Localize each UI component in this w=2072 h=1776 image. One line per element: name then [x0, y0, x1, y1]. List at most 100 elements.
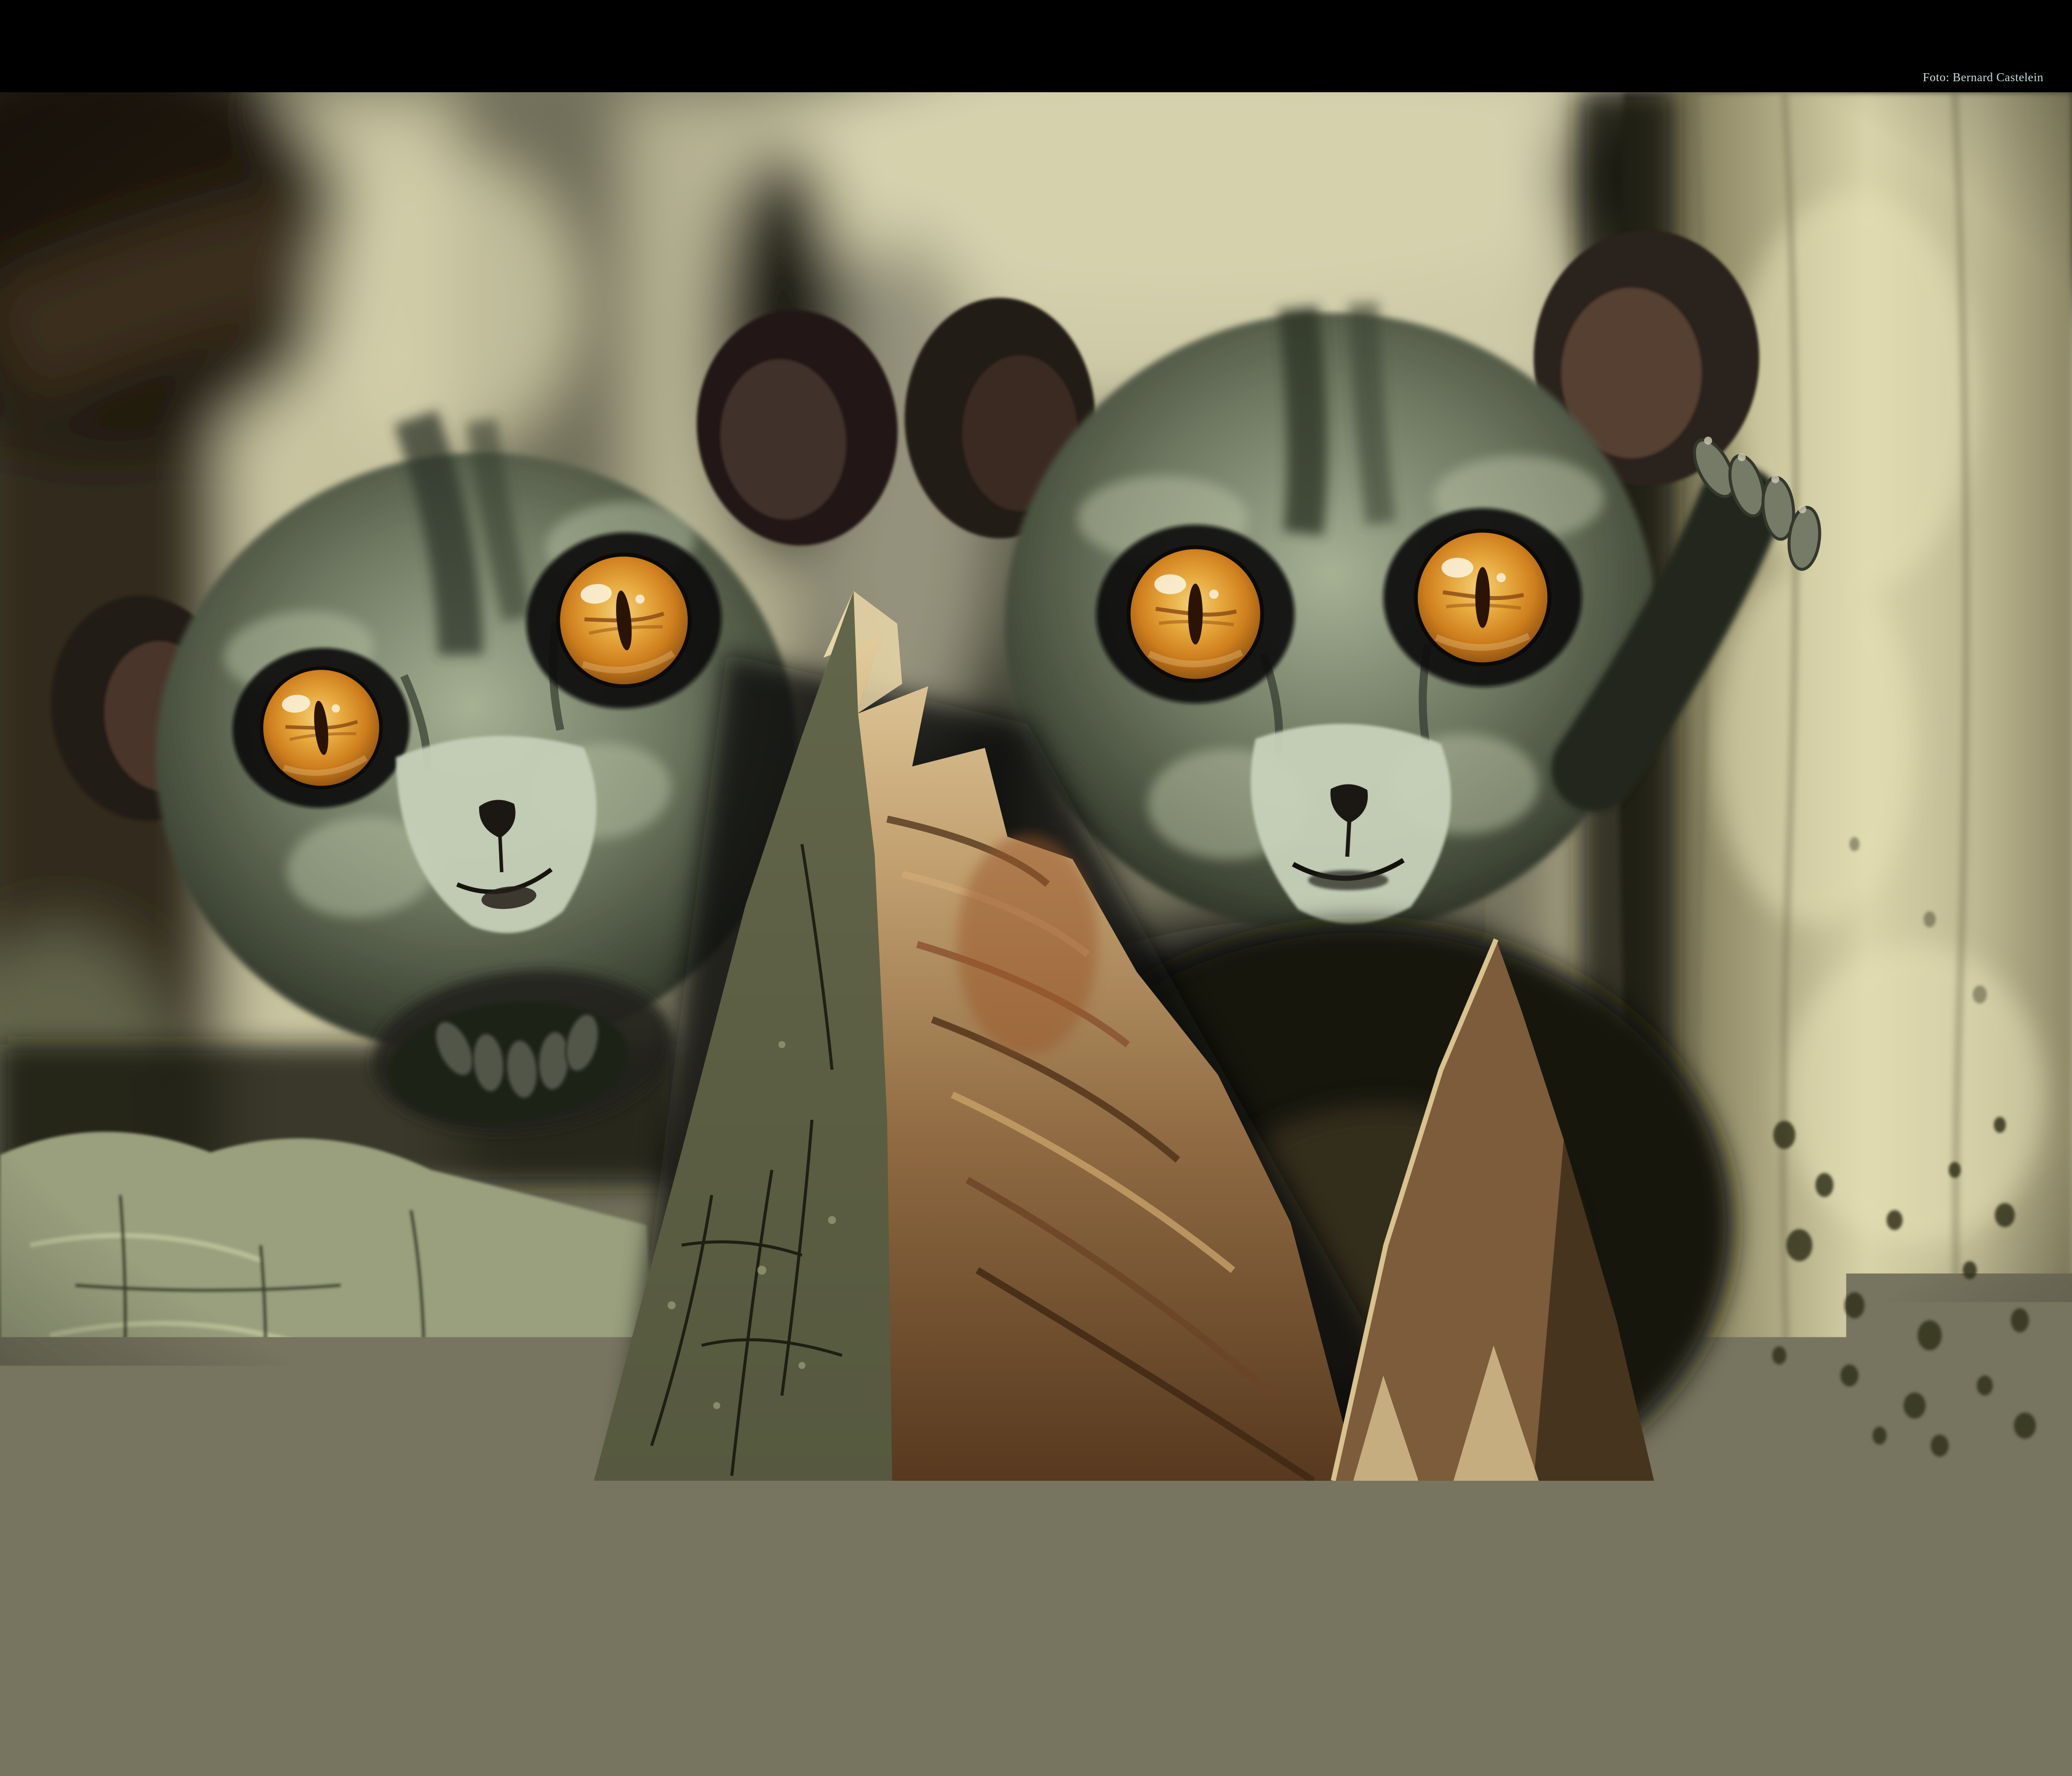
day-weekday: SO — [1187, 1607, 1248, 1620]
day-number: 31 — [1910, 1560, 1970, 1596]
day-weekday: MO — [1248, 1607, 1308, 1620]
day-weekday: SA — [284, 1607, 344, 1620]
day-number: 20 — [1248, 1560, 1308, 1596]
day-weekday: SO — [766, 1607, 826, 1620]
calendar-day: 20 MO — [1248, 1560, 1308, 1675]
calendar-day: 3 FR — [224, 1560, 284, 1675]
photo-credit: Foto: Bernard Castelein — [1923, 71, 2043, 85]
day-number: 8 — [525, 1560, 585, 1596]
caption-line: Gut so, denn auf Madagaskar lauern viele… — [1031, 1703, 1875, 1714]
calendar-day: 23 DO — [1428, 1560, 1488, 1675]
moon-phase-slot — [1187, 1641, 1248, 1658]
moon-phase-slot — [1669, 1641, 1729, 1658]
day-separator — [1247, 1570, 1248, 1597]
day-weekday: MI — [525, 1607, 585, 1620]
day-separator — [163, 1570, 165, 1597]
calendar-day: 4 SA — [284, 1560, 344, 1675]
day-separator — [765, 1570, 767, 1597]
day-separator — [1488, 1570, 1489, 1597]
calendar-day: 21 DI — [1308, 1560, 1368, 1675]
moon-phase-slot — [1849, 1641, 1910, 1658]
day-number: 18 — [1127, 1560, 1187, 1596]
moon-phase-slot — [1248, 1641, 1308, 1658]
lemur-photo — [0, 92, 2072, 1481]
day-number: 13 — [826, 1560, 886, 1596]
day-separator — [1788, 1570, 1790, 1597]
caption: Kleine Wesen, große Augen: Neugierig sch… — [1031, 1691, 1875, 1725]
day-number: 27 — [1669, 1560, 1729, 1596]
lemur-illustration — [0, 92, 2072, 1481]
day-weekday: SO — [344, 1607, 404, 1620]
calendar-day: 9 DO — [585, 1560, 646, 1675]
moon-phase-slot — [164, 1641, 224, 1658]
moon-phase-slot — [766, 1641, 826, 1658]
day-number: 29 — [1789, 1560, 1849, 1596]
calendar-day: 30 DO — [1849, 1560, 1910, 1675]
day-number: 7 — [465, 1560, 525, 1596]
calendar-day: 19 SO — [1187, 1560, 1248, 1675]
day-weekday: MI — [946, 1607, 1006, 1620]
day-number: 2 — [164, 1560, 224, 1596]
day-weekday: MI — [1368, 1607, 1428, 1620]
caption-line: Kleine Wesen, große Augen: Neugierig sch… — [1031, 1691, 1875, 1703]
calendar-day: 7 DI — [465, 1560, 525, 1675]
day-separator — [1186, 1570, 1188, 1597]
day-number: 15 — [946, 1560, 1006, 1596]
calendar-day: 10 FR — [646, 1560, 706, 1675]
moon-phase-new-moon — [909, 1643, 923, 1657]
moon-phase-slot — [1548, 1641, 1608, 1658]
day-separator — [946, 1570, 947, 1597]
day-separator — [1909, 1570, 1910, 1597]
moon-phase-slot — [344, 1641, 404, 1658]
calendar-day: 26 SO — [1608, 1560, 1669, 1675]
day-weekday: FR — [1488, 1607, 1548, 1620]
day-separator — [1066, 1570, 1068, 1597]
day-number: 12 — [766, 1560, 826, 1596]
moon-phase-slot — [1067, 1641, 1127, 1658]
calendar-day: 2 DO — [164, 1560, 224, 1675]
day-separator — [1548, 1570, 1549, 1597]
day-number: 14 — [886, 1560, 946, 1596]
moon-phase-slot — [585, 1641, 646, 1658]
calendar-page: Foto: Bernard Castelein — [0, 0, 2072, 1776]
calendar-day: 12 SO — [766, 1560, 826, 1675]
calendar-day: 22 MI — [1368, 1560, 1428, 1675]
calendar-day: 6 MO — [404, 1560, 465, 1675]
calendar-day: 13 MO — [826, 1560, 886, 1675]
moon-phase-slot — [826, 1641, 886, 1658]
moon-phase-slot — [1308, 1641, 1368, 1658]
day-weekday: DO — [164, 1607, 224, 1620]
moon-phase-full-moon — [1813, 1642, 1825, 1657]
day-separator — [103, 1570, 105, 1597]
day-number: 23 — [1428, 1560, 1488, 1596]
moon-phase-slot — [1729, 1641, 1789, 1658]
day-separator — [1367, 1570, 1368, 1597]
day-weekday: SO — [1608, 1607, 1669, 1620]
calendar-day: 15 MI — [946, 1560, 1006, 1675]
calendar-day: 11 SA — [706, 1560, 766, 1675]
moon-phase-slot — [886, 1641, 946, 1658]
day-separator — [705, 1570, 706, 1597]
moon-phase-last-quarter — [488, 1642, 503, 1657]
day-separator — [645, 1570, 646, 1597]
day-weekday: DI — [465, 1607, 525, 1620]
day-separator — [1608, 1570, 1609, 1597]
day-weekday: MI — [1789, 1607, 1849, 1620]
calendar-day: 27 MO — [1669, 1560, 1729, 1675]
day-number: 25 — [1548, 1560, 1608, 1596]
day-weekday: FR — [1067, 1607, 1127, 1620]
day-separator — [1728, 1570, 1730, 1597]
day-number: 6 — [404, 1560, 465, 1596]
day-separator — [224, 1570, 225, 1597]
day-weekday: FR — [646, 1607, 706, 1620]
day-number: 3 — [224, 1560, 284, 1596]
moon-phase-slot — [1428, 1641, 1488, 1658]
day-separator — [1006, 1570, 1007, 1597]
day-separator — [1427, 1570, 1429, 1597]
day-separator — [404, 1570, 405, 1597]
day-separator — [825, 1570, 827, 1597]
calendar-strip: 1 MI 2 DO 3 FR 4 SA — [104, 1560, 1970, 1675]
day-separator — [344, 1570, 345, 1597]
day-number: 4 — [284, 1560, 344, 1596]
calendar-day: 25 SA — [1548, 1560, 1608, 1675]
